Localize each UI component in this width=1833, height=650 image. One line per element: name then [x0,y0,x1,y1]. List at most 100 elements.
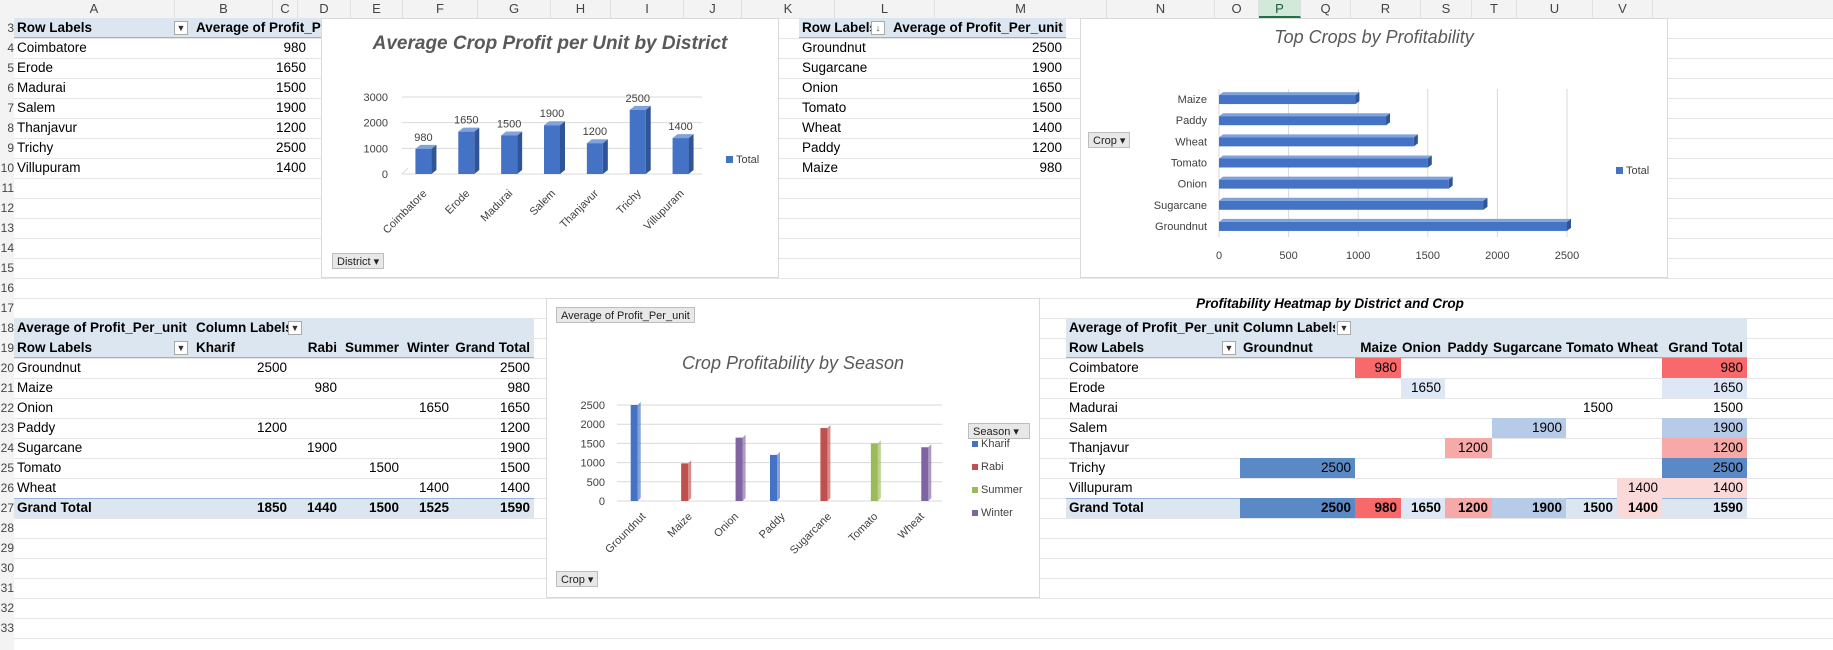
row-header[interactable]: 33 [0,618,14,638]
season-row-label: Paddy [17,420,56,435]
column-header[interactable]: O [1215,0,1259,18]
row-header[interactable]: 28 [0,518,14,538]
row-header[interactable]: 26 [0,478,14,498]
column-header[interactable]: K [742,0,835,18]
row-header[interactable]: 11 [0,178,14,198]
bar-side [517,131,523,174]
heatmap-column-header: Groundnut [1243,340,1313,355]
y-tick-label: Wheat [1175,136,1207,148]
row-header[interactable]: 21 [0,378,14,398]
filter-dropdown-icon[interactable]: ▼ [174,341,188,355]
y-tick-label: 500 [587,477,605,489]
column-header[interactable]: A [14,0,175,18]
heatmap-cell [1240,438,1355,458]
column-header[interactable]: T [1472,0,1517,18]
filter-dropdown-icon[interactable]: ▼ [288,321,302,335]
crop-label: Wheat [802,120,842,135]
district-value: 1500 [275,80,306,95]
column-header[interactable]: L [835,0,935,18]
row-header[interactable]: 22 [0,398,14,418]
season-cell: 1900 [499,440,530,455]
row-header[interactable]: 9 [0,138,14,158]
chart-top-crops-plot: 0 500 1000 1500 2000 2500 Maize Paddy Wheat Tomat… [1154,89,1649,262]
row-header[interactable]: 30 [0,558,14,578]
row-header[interactable]: 10 [0,158,14,178]
column-headers: ABCDEFGHIJKLMNOPQRSTUV [0,0,1833,19]
sort-dropdown-icon[interactable]: ↓ [871,21,885,35]
row-header[interactable]: 14 [0,238,14,258]
row-header[interactable]: 13 [0,218,14,238]
crop-filter-label: Crop [1093,135,1117,147]
row-header[interactable]: 6 [0,78,14,98]
crop-label: Sugarcane [802,60,868,75]
row-header[interactable]: 16 [0,278,14,298]
chart-season-profit[interactable]: Average of Profit_Per_unit Crop Profitab… [546,298,1040,598]
filter-dropdown-icon[interactable]: ▼ [174,21,188,35]
row-header[interactable]: 5 [0,58,14,78]
row-header[interactable]: 7 [0,98,14,118]
y-tick-label: 2000 [581,419,605,431]
row-header[interactable]: 18 [0,318,14,338]
column-header[interactable]: P [1259,0,1301,18]
column-header[interactable]: V [1593,0,1653,18]
chevron-down-icon: ▾ [373,256,380,268]
column-header[interactable]: B [175,0,273,18]
season-filter-button[interactable]: Season ▾ [968,423,1030,439]
row-header[interactable]: 4 [0,38,14,58]
bar-top [1219,92,1360,96]
heatmap-cell [1240,478,1355,498]
district-label: Erode [17,60,54,75]
chevron-down-icon: ▾ [1119,135,1126,147]
column-header[interactable]: Q [1301,0,1351,18]
row-header[interactable]: 23 [0,418,14,438]
row-header[interactable]: 27 [0,498,14,518]
legend-swatch [972,464,978,470]
column-header[interactable]: C [273,0,298,18]
column-header[interactable]: S [1421,0,1472,18]
heatmap-cell [1240,358,1355,378]
district-filter-button[interactable]: District ▾ [332,253,385,269]
row-header[interactable]: 3 [0,18,14,38]
row-header[interactable]: 32 [0,598,14,618]
heatmap-cell: 1900 [1492,418,1566,438]
chart-district-profit[interactable]: Average Crop Profit per Unit by District… [321,18,779,278]
column-header[interactable]: F [403,0,478,18]
row-header[interactable]: 20 [0,358,14,378]
row-header[interactable]: 17 [0,298,14,318]
season-cell: 1650 [418,400,449,415]
row-header[interactable]: 25 [0,458,14,478]
row-header[interactable]: 19 [0,338,14,358]
row-header[interactable]: 12 [0,198,14,218]
crop-label: Groundnut [802,40,866,55]
crop-axis-filter-button[interactable]: Crop ▾ [556,571,599,587]
bar [921,447,929,501]
heatmap-cell: 1650 [1401,378,1445,398]
column-header[interactable]: G [478,0,551,18]
column-header[interactable]: N [1107,0,1215,18]
column-header[interactable]: H [551,0,611,18]
filter-dropdown-icon[interactable]: ▼ [1222,341,1236,355]
column-header[interactable]: M [935,0,1107,18]
row-header[interactable]: 31 [0,578,14,598]
row-header[interactable]: 24 [0,438,14,458]
heatmap-row-label: Salem [1069,420,1108,435]
row-header[interactable]: 8 [0,118,14,138]
crop-filter-button[interactable]: Crop ▾ [1088,132,1131,148]
column-header[interactable]: I [611,0,684,18]
chart-top-crops[interactable]: Top Crops by Profitability 0 500 1000 1500 2… [1080,18,1668,278]
bar [415,148,432,174]
heatmap-cell [1355,418,1401,438]
bar-top [1219,155,1432,159]
column-header[interactable]: J [684,0,742,18]
column-header[interactable]: D [298,0,351,18]
column-header[interactable]: R [1351,0,1421,18]
filter-dropdown-icon[interactable]: ▼ [1337,321,1351,335]
column-header[interactable]: U [1517,0,1593,18]
bar [629,109,646,174]
season-cell: 1200 [256,420,287,435]
row-header[interactable]: 29 [0,538,14,558]
column-header[interactable]: E [351,0,403,18]
season-cell: 2500 [499,360,530,375]
x-tick-label: Salem [528,188,559,219]
row-header[interactable]: 15 [0,258,14,278]
